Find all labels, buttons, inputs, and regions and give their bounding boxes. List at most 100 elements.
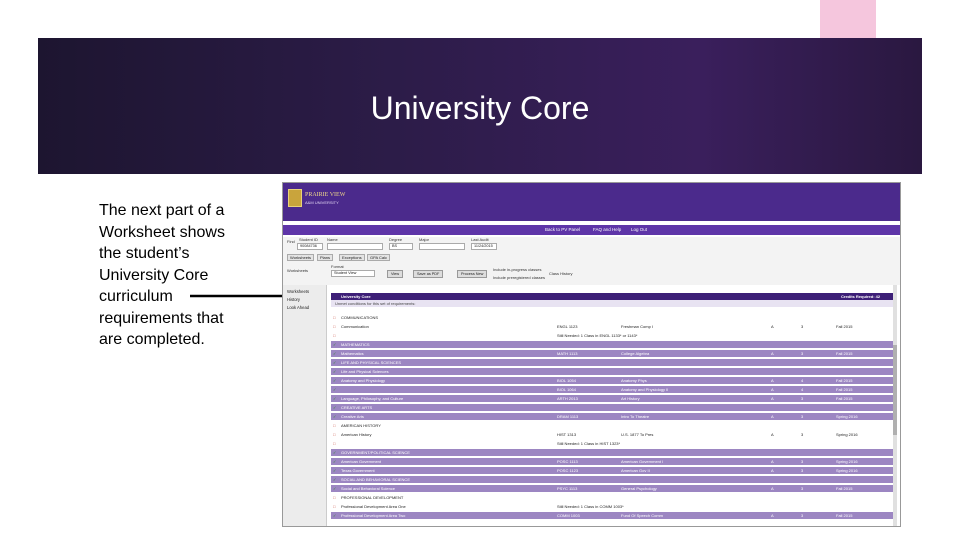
- row-title: American Gov II: [621, 468, 650, 473]
- tab-exceptions[interactable]: Exceptions: [339, 254, 365, 261]
- row-credits: 4: [801, 387, 804, 392]
- checkmark-icon: ✓: [333, 450, 337, 455]
- include-in-progress-checkbox[interactable]: Include in-progress classes: [493, 267, 541, 272]
- requirement-row: □ PROFESSIONAL DEVELOPMENT: [331, 494, 893, 501]
- row-credits: 3: [801, 513, 804, 518]
- row-credits: 3: [801, 432, 804, 437]
- row-credits: 3: [801, 414, 804, 419]
- degree-label: Degree: [389, 237, 403, 242]
- row-grade: A: [771, 324, 774, 329]
- university-logo-icon: [288, 189, 302, 207]
- row-credits: 4: [801, 378, 804, 383]
- process-new-button[interactable]: Process New: [457, 270, 488, 278]
- requirement-row: ✓ LIFE AND PHYSICAL SCIENCES: [331, 359, 893, 366]
- row-credits: 3: [801, 396, 804, 401]
- row-name: American History: [341, 432, 372, 437]
- format-select[interactable]: Student View: [331, 270, 375, 277]
- requirement-row: □ Communication ENGL 1123 Freshman Comp I A 3…: [331, 323, 893, 330]
- row-title: Freshman Comp I: [621, 324, 654, 329]
- row-name: Life and Physical Sciences: [341, 369, 389, 374]
- row-term: Spring 2016: [836, 432, 858, 437]
- row-title: Intro To Theatre: [621, 414, 650, 419]
- last-audit-label: Last Audit: [471, 237, 489, 242]
- unchecked-box-icon: □: [333, 315, 336, 320]
- major-input[interactable]: [419, 243, 465, 250]
- checkmark-icon: ✓: [333, 378, 337, 383]
- tab-gpa-calc[interactable]: GPA Calc: [367, 254, 391, 261]
- class-history-link[interactable]: Class History: [549, 271, 573, 276]
- row-credits: 3: [801, 324, 804, 329]
- checkmark-icon: ✓: [333, 351, 337, 356]
- row-course: MATH 1113: [557, 351, 578, 356]
- row-grade: A: [771, 414, 774, 419]
- tab-worksheets[interactable]: Worksheets: [287, 254, 315, 261]
- row-term: Fall 2015: [836, 486, 853, 491]
- row-name: Language, Philosophy, and Culture: [341, 396, 404, 401]
- sidebar-item-worksheets[interactable]: Worksheets: [287, 289, 309, 294]
- row-course: POSC 1113: [557, 459, 578, 464]
- degree-select[interactable]: BS: [389, 243, 413, 250]
- requirement-row: ✓ Anatomy and Physiology BIOL 1054 Anatomy …: [331, 377, 893, 384]
- row-term: Spring 2016: [836, 414, 858, 419]
- requirement-row: □ Still Needed: 1 Class in HIST 1323*: [331, 440, 893, 447]
- scrollbar-thumb[interactable]: [893, 345, 897, 435]
- row-name: COMMUNICATIONS: [341, 315, 379, 320]
- vertical-scrollbar[interactable]: [893, 285, 897, 526]
- unchecked-box-icon: □: [333, 423, 336, 428]
- include-prereg-checkbox[interactable]: Include preregistered classes: [493, 275, 545, 280]
- row-name: American Government: [341, 459, 382, 464]
- last-audit-value: 11/24/2015: [471, 243, 497, 250]
- row-title: Art History: [621, 396, 640, 401]
- row-name: SOCIAL AND BEHAVIORAL SCIENCE: [341, 477, 410, 482]
- requirement-row: □ American History HIST 1313 U.S. 1877 To P…: [331, 431, 893, 438]
- requirement-row: ✓ Creative Arts DRAM 1113 Intro To Theatre A…: [331, 413, 893, 420]
- row-title: Anatomy Phys: [621, 378, 647, 383]
- credits-required: Credits Required: 42: [841, 294, 881, 299]
- requirement-row: □ Professional Development Area One Still …: [331, 503, 893, 510]
- row-course: Still Needed: 1 Class in COMM 1003*: [557, 504, 624, 509]
- degreeworks-screenshot: PRAIRIE VIEW A&M UNIVERSITY Back to PV P…: [282, 182, 901, 527]
- nav-log-out[interactable]: Log Out: [631, 227, 647, 232]
- checkmark-icon: ✓: [333, 477, 337, 482]
- requirement-row: ✓ Professional Development Area Two COMM 1…: [331, 512, 893, 519]
- unmet-conditions-note: Unmet conditions for this set of require…: [331, 300, 893, 307]
- row-term: Spring 2016: [836, 459, 858, 464]
- name-input[interactable]: [327, 243, 383, 250]
- unchecked-box-icon: □: [333, 504, 336, 509]
- slide-body-text: The next part of a Worksheet shows the s…: [99, 202, 225, 348]
- sidebar-item-look-ahead[interactable]: Look Ahead: [287, 305, 309, 310]
- row-title: U.S. 1877 To Pres: [621, 432, 654, 437]
- tab-plans[interactable]: Plans: [317, 254, 334, 261]
- sidebar-item-history[interactable]: History: [287, 297, 300, 302]
- view-button[interactable]: View: [387, 270, 404, 278]
- row-term: Fall 2015: [836, 378, 853, 383]
- student-id-label: Student ID: [299, 237, 318, 242]
- top-nav: Back to PV Panel FAQ and Help Log Out: [283, 225, 900, 235]
- row-title: Fund Of Speech Comm: [621, 513, 664, 518]
- checkmark-icon: ✓: [333, 459, 337, 464]
- row-credits: 3: [801, 351, 804, 356]
- university-core-header[interactable]: University Core Credits Required: 42: [331, 293, 893, 300]
- requirement-row: ✓ Mathematics MATH 1113 College Algebra A 3 Fa…: [331, 350, 893, 357]
- logo-name: PRAIRIE VIEW: [305, 192, 346, 198]
- checkmark-icon: ✓: [333, 369, 337, 374]
- student-id-input[interactable]: 90084736: [297, 243, 323, 250]
- checkmark-icon: ✓: [333, 486, 337, 491]
- requirement-row: □ COMMUNICATIONS: [331, 314, 893, 321]
- row-name: GOVERNMENT/POLITICAL SCIENCE: [341, 450, 410, 455]
- row-term: Fall 2015: [836, 387, 853, 392]
- worksheets-label: Worksheets: [287, 268, 309, 273]
- row-name: Professional Development Area One: [341, 504, 406, 509]
- nav-faq-help[interactable]: FAQ and Help: [593, 227, 621, 232]
- requirement-row: ✓ Texas Government POSC 1123 American Gov I…: [331, 467, 893, 474]
- nav-back-to-panel[interactable]: Back to PV Panel: [545, 227, 580, 232]
- row-title: General Psychology: [621, 486, 657, 491]
- save-pdf-button[interactable]: Save as PDF: [413, 270, 444, 278]
- row-name: Texas Government: [341, 468, 375, 473]
- unchecked-box-icon: □: [333, 324, 336, 329]
- checkmark-icon: ✓: [333, 360, 337, 365]
- requirement-row: ✓ MATHEMATICS: [331, 341, 893, 348]
- row-course: POSC 1123: [557, 468, 579, 473]
- university-core-label: University Core: [341, 294, 371, 299]
- row-credits: 3: [801, 468, 804, 473]
